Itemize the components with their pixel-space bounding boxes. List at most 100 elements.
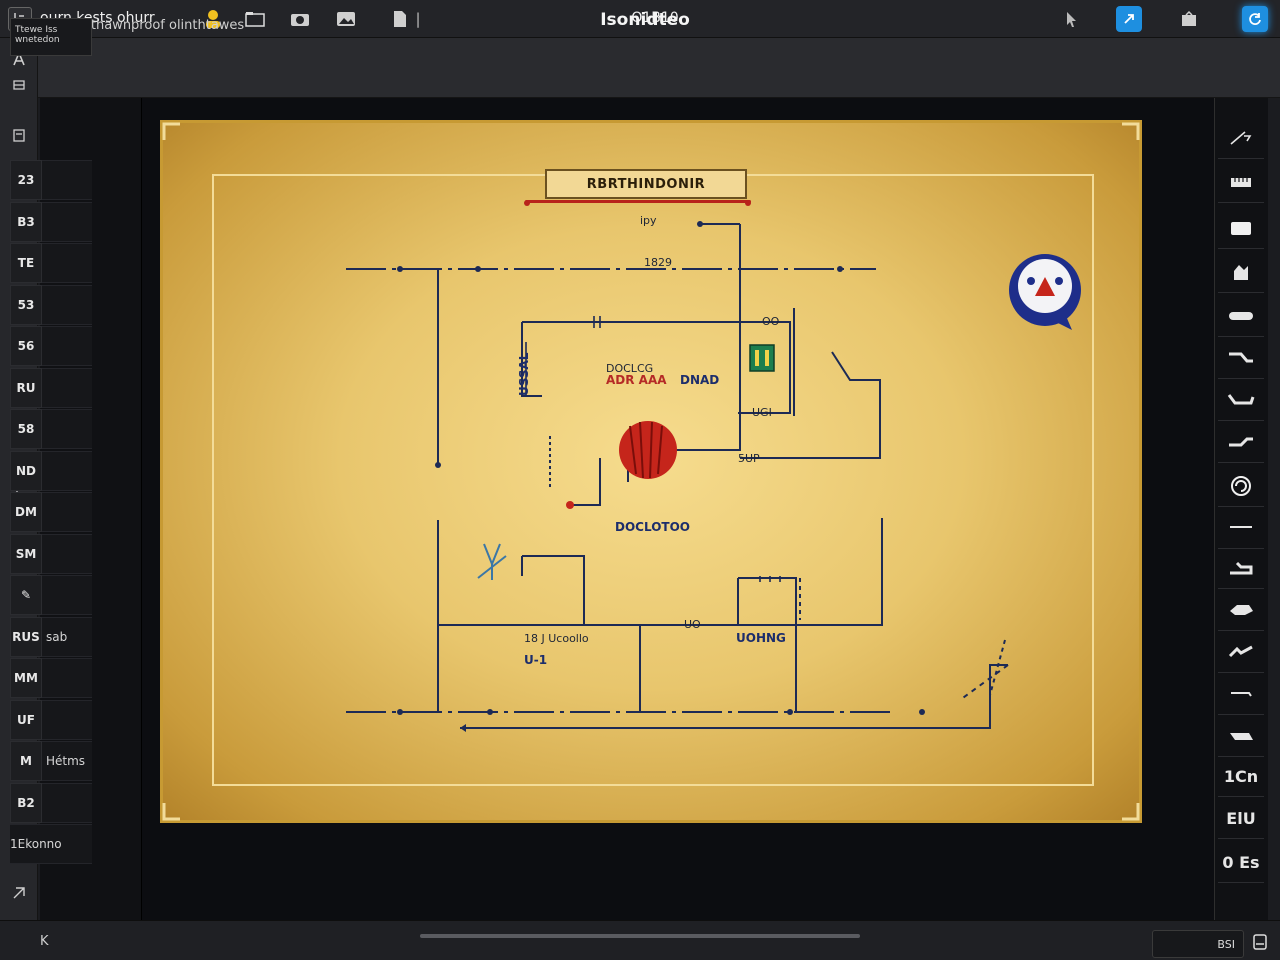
component-row[interactable]: 53: [10, 284, 92, 326]
line-tool-icon[interactable]: [1218, 508, 1264, 549]
component-code[interactable]: 23: [10, 160, 42, 200]
image-icon[interactable]: [333, 6, 359, 32]
probe-tool-icon[interactable]: [1218, 338, 1264, 379]
component-row[interactable]: ND: [10, 450, 92, 492]
component-label: [42, 326, 92, 366]
component-code[interactable]: RUS: [10, 616, 42, 657]
component-row[interactable]: 1Ekonno: [10, 824, 92, 865]
bend-tool-icon[interactable]: [1218, 632, 1264, 673]
component-label: [42, 201, 92, 242]
text-tool-button[interactable]: 1Cn: [1218, 756, 1264, 797]
document-icon[interactable]: [386, 6, 412, 32]
panel-header: Ttewe Iss wnetedon: [10, 18, 92, 56]
hand-tool-icon[interactable]: [1218, 252, 1264, 293]
component-code[interactable]: 56: [10, 326, 42, 366]
component-label: [42, 367, 92, 408]
component-row[interactable]: RU: [10, 367, 92, 409]
grab-tool-icon[interactable]: [1218, 590, 1264, 631]
page-icon-bottom[interactable]: [1250, 932, 1272, 954]
component-row[interactable]: RUS sab: [10, 616, 92, 658]
label-lower-d: U-1: [524, 653, 547, 667]
schematic-diagram[interactable]: ipy 1829 OO DOCLCG ADR AAA DNAD UGI 5UP …: [160, 120, 1142, 823]
component-code[interactable]: 53: [10, 284, 42, 325]
share-icon[interactable]: [1116, 6, 1142, 32]
component-label: [42, 450, 92, 491]
component-label: [42, 160, 92, 200]
measure-tool-button[interactable]: ElU: [1218, 798, 1264, 839]
wire-tool-icon[interactable]: [1218, 296, 1264, 337]
component-label: [42, 533, 92, 574]
folder-icon[interactable]: [242, 6, 268, 32]
ruler-tool-icon[interactable]: [1218, 162, 1264, 203]
component-label: [42, 658, 92, 698]
component-label: [42, 699, 92, 740]
clip-tool-icon[interactable]: [1218, 380, 1264, 421]
toolbar-separator-icon: |: [415, 10, 421, 28]
wires: [346, 223, 1009, 729]
horizontal-scrollbar[interactable]: [420, 934, 860, 938]
label-r1: 1829: [644, 256, 672, 269]
antenna-icon: [477, 543, 507, 580]
export-icon[interactable]: [1176, 6, 1202, 32]
arrow-marker-icon: [460, 724, 466, 732]
component-label: sab: [42, 616, 92, 657]
schematic-title-plate: RBRTHINDONIR: [545, 169, 747, 199]
label-node: 5UP: [738, 452, 760, 465]
component-row[interactable]: SM: [10, 533, 92, 575]
label-c1: OO: [762, 315, 780, 328]
mascot-badge-icon[interactable]: [1009, 254, 1081, 330]
component-row[interactable]: MM: [10, 658, 92, 699]
component-code[interactable]: ND: [10, 450, 42, 491]
component-row[interactable]: B3: [10, 201, 92, 243]
status-bar: [0, 920, 1280, 960]
component-code[interactable]: UF: [10, 699, 42, 740]
refresh-icon[interactable]: [1242, 6, 1268, 32]
component-label: [42, 575, 92, 615]
layers-icon[interactable]: [8, 74, 30, 96]
page-icon[interactable]: [8, 124, 30, 146]
component-row[interactable]: UF: [10, 699, 92, 741]
component-row[interactable]: TE: [10, 243, 92, 284]
component-code[interactable]: TE: [10, 243, 42, 283]
component-code[interactable]: RU: [10, 367, 42, 408]
label-mid-c: DNAD: [680, 373, 719, 387]
component-code[interactable]: B2: [10, 782, 42, 823]
label-lower-a: 18 J Ucoollo: [524, 632, 589, 645]
component-label: 1Ekonno: [10, 824, 92, 864]
arc-tool-icon[interactable]: [1218, 716, 1264, 757]
component-label: [42, 243, 92, 283]
cursor-icon[interactable]: [1058, 6, 1084, 32]
component-row[interactable]: ✎: [10, 575, 92, 616]
component-label: [42, 782, 92, 823]
component-row[interactable]: DM: [10, 492, 92, 533]
collapse-icon[interactable]: [8, 882, 30, 904]
component-row[interactable]: 58: [10, 409, 92, 450]
component-code[interactable]: DM: [10, 492, 42, 532]
chip-icon[interactable]: [749, 344, 775, 372]
label-lower-c: UOHNG: [736, 631, 786, 645]
component-row[interactable]: 23: [10, 160, 92, 201]
component-row[interactable]: M Hétms: [10, 741, 92, 782]
red-core-component[interactable]: [619, 421, 677, 479]
bottom-left-glyph[interactable]: K: [40, 934, 49, 949]
component-code[interactable]: B3: [10, 201, 42, 242]
connector-tool-icon[interactable]: [1218, 422, 1264, 463]
dash-tool-icon[interactable]: [1218, 674, 1264, 715]
component-row[interactable]: B2: [10, 782, 92, 824]
pencil-tool-icon[interactable]: [1218, 118, 1264, 159]
component-code[interactable]: SM: [10, 533, 42, 574]
document-header: [0, 38, 1280, 98]
component-label: [42, 284, 92, 325]
component-code[interactable]: ✎: [10, 575, 42, 615]
sheet-tool-icon[interactable]: [1218, 548, 1264, 589]
rotate-tool-icon[interactable]: [1218, 466, 1264, 507]
label-top-small: ipy: [640, 214, 657, 227]
camera-icon[interactable]: [287, 6, 313, 32]
component-code[interactable]: MM: [10, 658, 42, 698]
rectangle-tool-icon[interactable]: [1218, 208, 1264, 249]
component-code[interactable]: 58: [10, 409, 42, 449]
options-tool-button[interactable]: 0 Es: [1218, 842, 1264, 883]
component-code[interactable]: M: [10, 741, 42, 781]
component-row[interactable]: 56: [10, 326, 92, 367]
bottom-tool-button[interactable]: BSI: [1152, 930, 1244, 958]
